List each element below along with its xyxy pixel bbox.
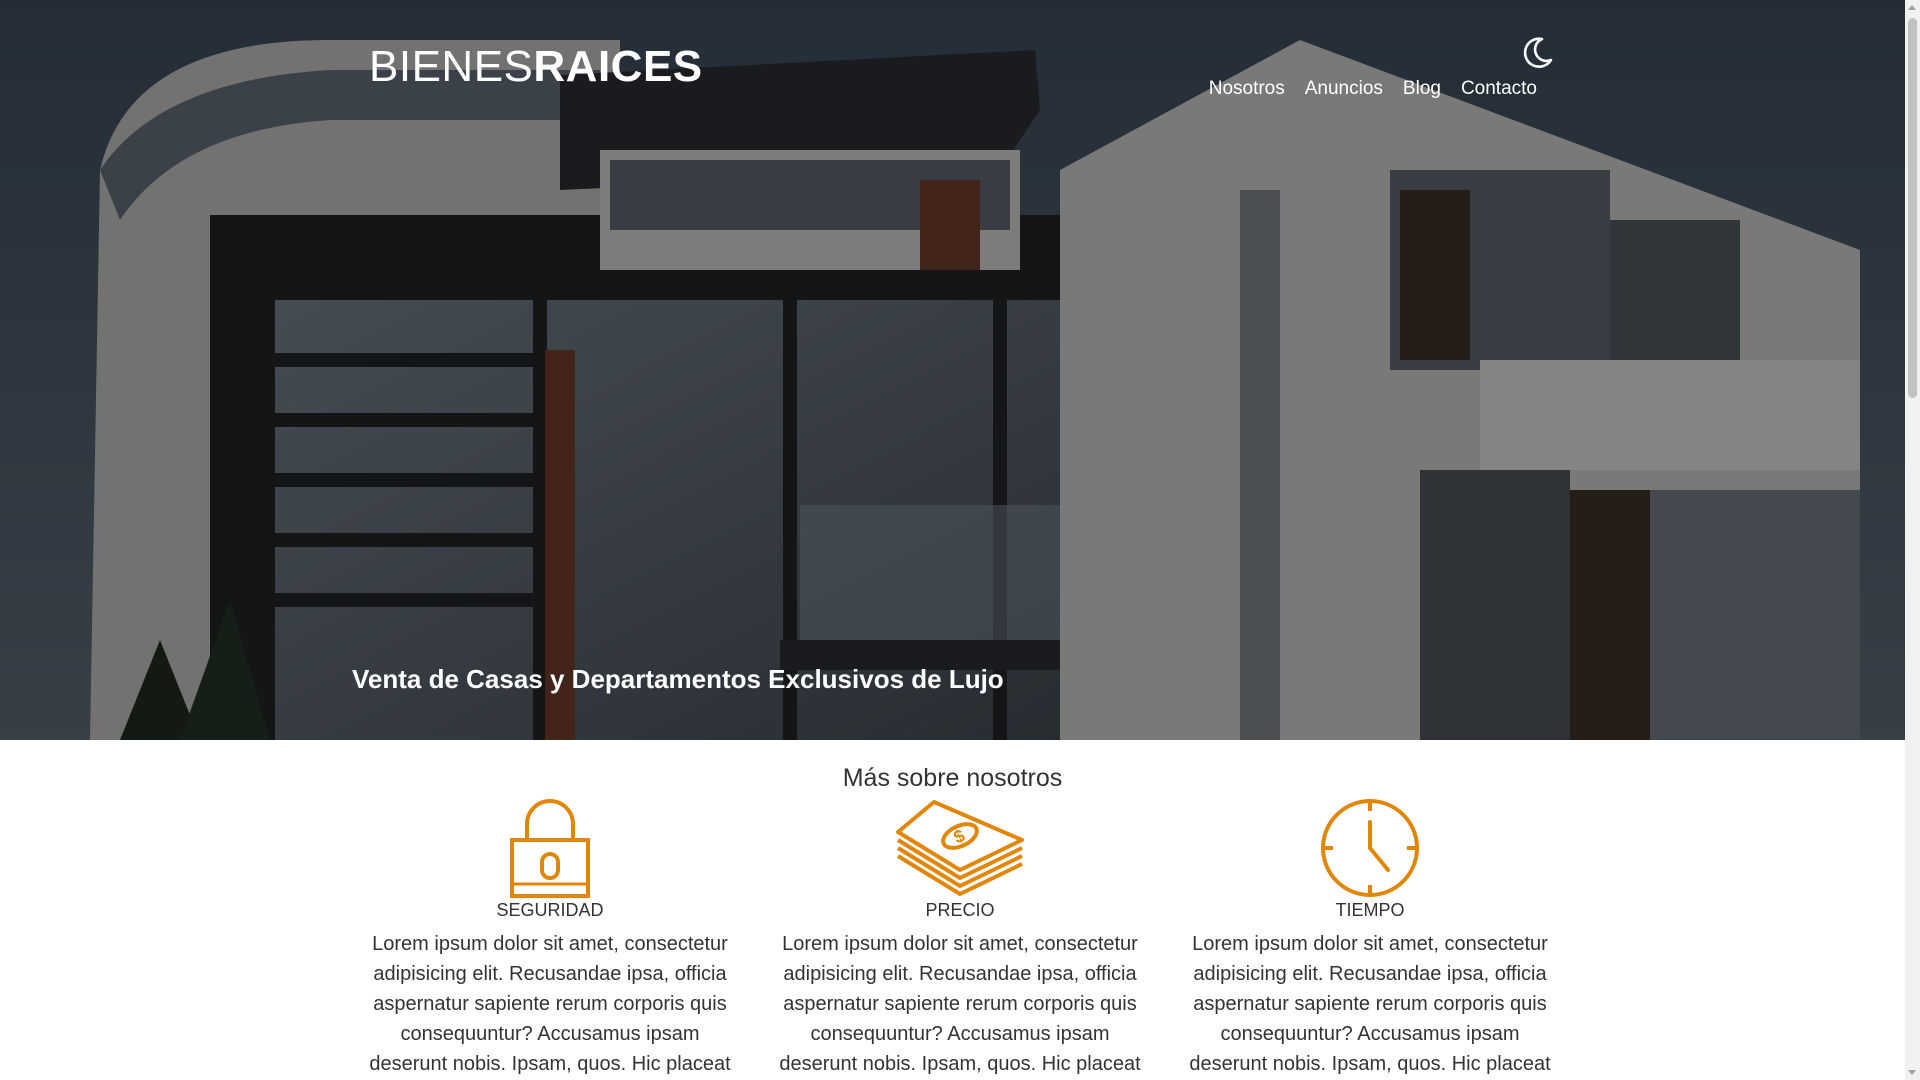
site-logo[interactable]: BIENESRAICES <box>369 42 703 92</box>
features-list: SEGURIDAD Lorem ipsum dolor sit amet, co… <box>360 798 1560 1080</box>
page: BIENESRAICES Nosotros Anuncios Blog Cont… <box>0 0 1920 1080</box>
nav-link-blog[interactable]: Blog <box>1403 78 1441 100</box>
feature-item-tiempo: TIEMPO Lorem ipsum dolor sit amet, conse… <box>1180 798 1560 1080</box>
main-nav: Nosotros Anuncios Blog Contacto <box>1209 78 1537 100</box>
feature-label: SEGURIDAD <box>496 900 604 920</box>
hero-overlay <box>0 0 1905 740</box>
feature-text: Lorem ipsum dolor sit amet, consectetur … <box>779 933 1141 1075</box>
clock-icon <box>1321 799 1419 897</box>
vertical-scrollbar[interactable] <box>1905 0 1920 1080</box>
hero-section: BIENESRAICES Nosotros Anuncios Blog Cont… <box>0 0 1905 740</box>
scroll-down-arrow-icon[interactable] <box>1908 1070 1916 1075</box>
feature-icon-wrapper: $ <box>770 798 1150 898</box>
nav-link-contacto[interactable]: Contacto <box>1461 78 1537 100</box>
feature-item-precio: $ PRECIO Lorem ipsum dolor sit amet, con… <box>770 798 1150 1080</box>
nav-link-nosotros[interactable]: Nosotros <box>1209 78 1285 100</box>
svg-text:$: $ <box>950 825 968 847</box>
scroll-up-arrow-icon[interactable] <box>1908 5 1916 10</box>
feature-label: PRECIO <box>925 900 995 920</box>
money-stack-icon: $ <box>896 800 1024 896</box>
feature-text: Lorem ipsum dolor sit amet, consectetur … <box>1189 933 1551 1075</box>
about-section-title: Más sobre nosotros <box>842 764 1063 792</box>
hero-title: Venta de Casas y Departamentos Exclusivo… <box>352 664 1004 694</box>
feature-item-seguridad: SEGURIDAD Lorem ipsum dolor sit amet, co… <box>360 798 740 1080</box>
feature-label: TIEMPO <box>1335 900 1405 920</box>
feature-icon-wrapper <box>1180 798 1560 898</box>
feature-text: Lorem ipsum dolor sit amet, consectetur … <box>369 933 731 1075</box>
moon-icon[interactable] <box>1520 36 1554 70</box>
lock-icon <box>510 799 590 898</box>
nav-link-anuncios[interactable]: Anuncios <box>1305 78 1383 100</box>
logo-light-text: BIENES <box>369 42 534 91</box>
scrollbar-thumb[interactable] <box>1908 18 1917 398</box>
logo-bold-text: RAICES <box>533 42 703 91</box>
feature-icon-wrapper <box>360 798 740 898</box>
